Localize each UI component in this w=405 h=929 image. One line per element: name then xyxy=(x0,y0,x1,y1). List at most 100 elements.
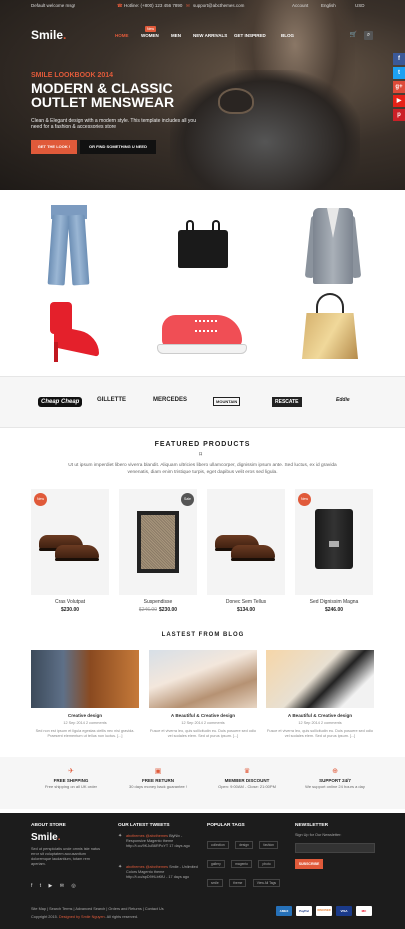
service-title: SUPPORT 24/7 xyxy=(319,778,351,783)
blog-post-meta: 12 Sep 2014 2 comments xyxy=(181,721,225,725)
amex-icon: AMEX xyxy=(276,906,292,916)
newsletter-email-input[interactable] xyxy=(295,843,375,853)
product-price: $134.00 xyxy=(236,607,256,613)
blog-post-title[interactable]: Creative design xyxy=(31,713,139,718)
pinterest-icon[interactable]: p xyxy=(393,109,405,121)
nav-women[interactable]: WOMEN xyxy=(141,33,159,38)
view-all-tags-link[interactable]: View All Tags xyxy=(252,879,281,887)
footer-links[interactable]: Site Map | Search Terms | Advanced Searc… xyxy=(31,907,164,911)
currency-select[interactable]: USD xyxy=(355,3,365,8)
twitter-icon[interactable]: t xyxy=(393,67,405,79)
designer-link[interactable]: Designed by Smile Nguyen xyxy=(59,915,105,919)
product-name[interactable]: Suspendisse xyxy=(119,599,197,605)
email-link[interactable]: support@abcthemes.com xyxy=(193,3,244,8)
service-desc: Free shipping on all UK order xyxy=(44,784,98,789)
brand-logo[interactable]: Eddie xyxy=(336,397,350,403)
tweet-user[interactable]: abcthemes @abcthemes xyxy=(126,834,168,838)
return-icon: ▣ xyxy=(154,768,162,775)
blog-post-meta: 12 Sep 2014 2 comments xyxy=(298,721,342,725)
nav-new-badge: New xyxy=(145,26,157,32)
mail-icon: ✉ xyxy=(186,3,190,8)
services-bar: ✈ FREE SHIPPING Free shipping on all UK … xyxy=(0,757,405,809)
hero-subtitle: SMILE LOOKBOOK 2014 xyxy=(31,72,114,79)
gold-bag-image[interactable] xyxy=(302,293,358,359)
tweets-heading: OUR LATEST TWEETS xyxy=(118,823,170,828)
google-plus-icon[interactable]: g+ xyxy=(393,81,405,93)
tag-link[interactable]: design xyxy=(235,841,253,849)
brand-logo[interactable]: MERCEDES xyxy=(153,397,187,403)
blazer-image[interactable] xyxy=(304,208,362,284)
twitter-icon: ✦ xyxy=(118,864,123,870)
product-card[interactable] xyxy=(207,489,285,595)
tag-link[interactable]: fashion xyxy=(259,841,279,849)
footer-social-icons[interactable]: f t ▶ ✉ ◎ xyxy=(31,883,79,889)
topbar: Default welcome msg! ☎ Hotline: (+800) 1… xyxy=(0,0,405,12)
product-card[interactable]: New xyxy=(295,489,373,595)
service-title: MEMBER DISCOUNT xyxy=(224,778,270,783)
nav-men[interactable]: MEN xyxy=(171,33,181,38)
featured-description: Ut ut ipsum imperdiet libero viverra bla… xyxy=(68,463,337,475)
search-icon[interactable]: ⌕ xyxy=(364,31,373,40)
newsletter-label: Sign Up for Our Newsletter: xyxy=(295,833,342,837)
product-name[interactable]: Cras Volutpat xyxy=(31,599,109,605)
nav-blog[interactable]: BLOG xyxy=(281,33,294,38)
discover-icon: DISCOVER xyxy=(316,906,332,916)
about-text: Sed ut perspiciatis unde omnis iste natu… xyxy=(31,847,101,866)
find-something-button[interactable]: OR FIND SOMETHING U NEED xyxy=(80,140,156,154)
doormat-image xyxy=(137,511,179,573)
language-select[interactable]: English xyxy=(321,3,336,8)
service-item: ♛ MEMBER DISCOUNT Open: 9:00AM - Close: … xyxy=(202,767,292,789)
blog-post-image[interactable] xyxy=(31,650,139,708)
paypal-icon: PayPal xyxy=(296,906,312,916)
blog-section-title: LASTEST FROM BLOG xyxy=(161,632,245,638)
footer-logo[interactable]: Smile. xyxy=(31,832,60,843)
product-card[interactable]: New xyxy=(31,489,109,595)
product-card[interactable]: Sale xyxy=(119,489,197,595)
phone-icon: ☎ xyxy=(117,3,123,8)
nav-new-arrivals[interactable]: NEW ARRIVALS xyxy=(193,33,227,38)
nav-home[interactable]: HOME xyxy=(115,33,129,38)
new-badge: New xyxy=(34,493,47,506)
tag-link[interactable]: theme xyxy=(229,879,247,887)
tag-link[interactable]: collection xyxy=(207,841,229,849)
red-sneaker-image[interactable] xyxy=(157,310,247,358)
crop-top-image[interactable] xyxy=(178,220,228,270)
service-desc: 30 days money back guarantee ! xyxy=(128,784,188,789)
slider-dots xyxy=(196,183,206,190)
nav-get-inspired[interactable]: GET INSPIRED xyxy=(234,33,266,38)
blog-post-image[interactable] xyxy=(266,650,374,708)
cart-icon[interactable]: 🛒 xyxy=(349,31,358,40)
tag-link[interactable]: photo xyxy=(258,860,275,868)
site-logo[interactable]: Smile. xyxy=(31,28,66,42)
tag-link[interactable]: smile xyxy=(207,879,223,887)
tag-link[interactable]: gallery xyxy=(207,860,225,868)
facebook-icon[interactable]: f xyxy=(393,53,405,65)
blog-post-title[interactable]: A Beautiful & Creative design xyxy=(266,713,374,718)
tweet-user[interactable]: abcthemes @abcthemes xyxy=(126,865,168,869)
brand-logo[interactable]: GILLETTE xyxy=(97,397,126,403)
mastercard-icon: MC xyxy=(356,906,372,916)
product-name[interactable]: Donec Sem Tellus xyxy=(207,599,285,605)
brand-logo[interactable]: MOUNTAIN xyxy=(213,397,241,406)
blog-post-title[interactable]: A Beautiful & Creative design xyxy=(149,713,257,718)
service-desc: Open: 9:00AM - Close: 21:00PM xyxy=(218,784,276,789)
tags-heading: POPULAR TAGS xyxy=(207,823,245,828)
site-footer: ABOUT STORE Smile. Sed ut perspiciatis u… xyxy=(0,813,405,929)
sale-badge: Sale xyxy=(181,493,194,506)
shoes-image xyxy=(215,529,277,561)
brand-logo[interactable]: Cheap Cheap xyxy=(38,397,83,407)
subscribe-button[interactable]: SUBSCRIBE xyxy=(295,859,323,869)
hero-title: MODERN & CLASSIC OUTLET MENSWEAR xyxy=(31,80,175,110)
copyright: Copyright 2015. Designed by Smile Nguyen… xyxy=(31,915,139,919)
get-the-look-button[interactable]: GET THE LOOK ! xyxy=(31,140,77,154)
account-link[interactable]: Account xyxy=(292,3,308,8)
brand-logo[interactable]: RESCATE xyxy=(272,397,302,407)
red-heels-image[interactable] xyxy=(40,302,100,362)
jeans-image[interactable] xyxy=(47,205,90,286)
tag-cloud: collection design fashion gallery magent… xyxy=(207,833,287,890)
tag-link[interactable]: magento xyxy=(231,860,253,868)
youtube-icon[interactable]: ▶ xyxy=(393,95,405,107)
blog-post-image[interactable] xyxy=(149,650,257,708)
product-name[interactable]: Sed Dignissim Magna xyxy=(295,599,373,605)
tweet-item: ✦ abcthemes @abcthemes BlyNix - Responsi… xyxy=(118,834,200,849)
